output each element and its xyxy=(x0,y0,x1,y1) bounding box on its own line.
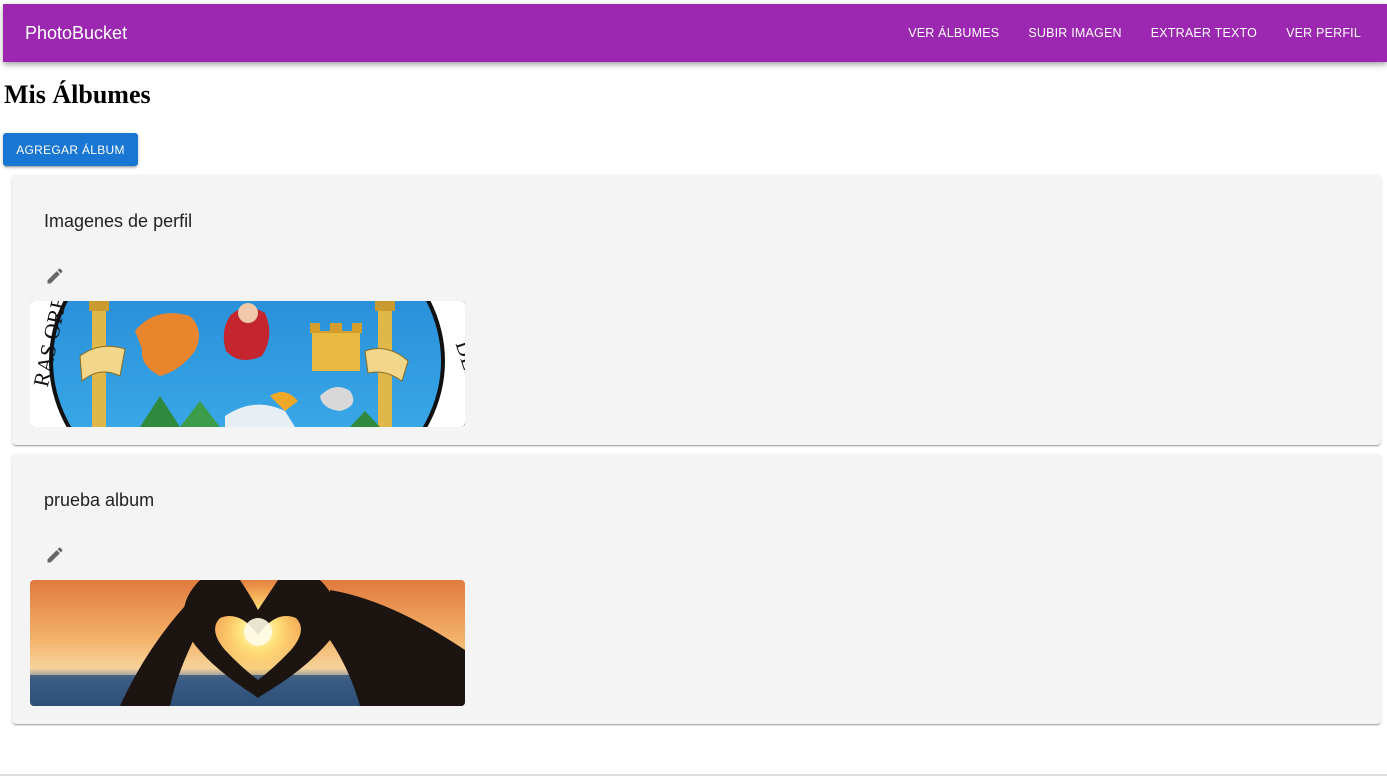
nav-subir-imagen-button[interactable]: SUBIR IMAGEN xyxy=(1016,15,1133,51)
pencil-icon[interactable] xyxy=(42,542,68,568)
album-cover-image[interactable]: RAS ORB DEMIA xyxy=(30,301,465,427)
pencil-icon[interactable] xyxy=(42,263,68,289)
divider xyxy=(0,774,1387,776)
top-nav: VER ÁLBUMES SUBIR IMAGEN EXTRAER TEXTO V… xyxy=(891,4,1373,62)
page-title: Mis Álbumes xyxy=(4,80,151,109)
album-cover-image[interactable] xyxy=(30,580,465,706)
nav-ver-albumes-button[interactable]: VER ÁLBUMES xyxy=(896,15,1011,51)
album-title: Imagenes de perfil xyxy=(44,211,193,231)
album-card: prueba album xyxy=(12,454,1381,724)
nav-extraer-texto-button[interactable]: EXTRAER TEXTO xyxy=(1139,15,1269,51)
add-album-button[interactable]: AGREGAR ÁLBUM xyxy=(3,133,138,166)
album-title: prueba album xyxy=(44,490,155,510)
album-card: Imagenes de perfil RAS ORB DEMIA xyxy=(12,175,1381,445)
nav-ver-perfil-button[interactable]: VER PERFIL xyxy=(1274,15,1373,51)
brand-title[interactable]: PhotoBucket xyxy=(25,4,127,62)
app-bar: PhotoBucket VER ÁLBUMES SUBIR IMAGEN EXT… xyxy=(3,4,1387,62)
